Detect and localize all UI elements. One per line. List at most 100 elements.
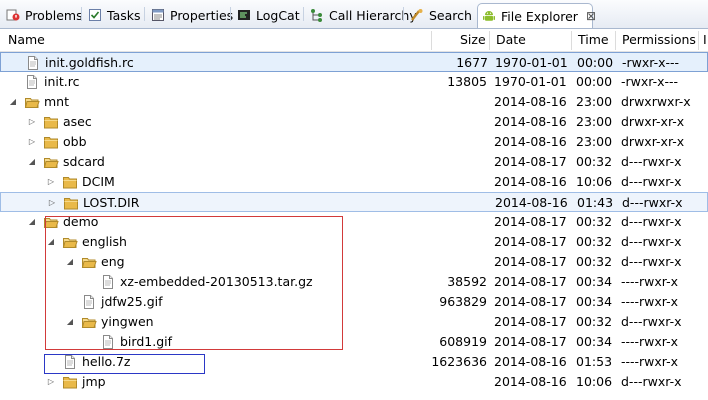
column-divider[interactable] [571, 31, 572, 50]
cell-permissions: -rwxr-x--- [622, 55, 680, 70]
cell-permissions: d---rwxr-x [621, 174, 682, 189]
cell-name: jmp [82, 374, 106, 389]
folder-icon [62, 174, 78, 190]
expanded-arrow-icon[interactable]: ◢ [27, 152, 37, 171]
collapsed-arrow-icon[interactable]: ▷ [46, 372, 56, 391]
cell-size: 13805 [447, 74, 487, 89]
close-icon[interactable]: ⊠ [586, 9, 596, 23]
tab-call-hierarchy[interactable]: Call Hierarchy [306, 3, 417, 27]
column-header-permissions[interactable]: Permissions [618, 29, 698, 51]
table-header: Name Size Date Time Permissions I [0, 29, 708, 52]
cell-permissions: drwxr-xr-x [621, 114, 685, 129]
tree-row-folder[interactable]: ◢ yingwen 2014-08-17 00:32 d---rwxr-x [0, 312, 708, 332]
cell-date: 2014-08-17 [494, 154, 567, 169]
cell-permissions: ----rwxr-x [621, 334, 679, 349]
collapsed-arrow-icon[interactable]: ▷ [27, 112, 37, 131]
tree-row-file[interactable]: init.rc 13805 1970-01-01 00:00 -rwxr-x--- [0, 72, 708, 92]
android-icon [482, 9, 496, 23]
cell-name: hello.7z [82, 354, 131, 369]
cell-size: 38592 [447, 274, 487, 289]
cell-time: 23:00 [576, 134, 613, 149]
cell-date: 1970-01-01 [494, 74, 567, 89]
tree-row-folder[interactable]: ▷ obb 2014-08-16 23:00 drwxr-xr-x [0, 132, 708, 152]
logcat-icon [237, 8, 251, 22]
expanded-arrow-icon[interactable]: ◢ [46, 232, 56, 251]
expanded-arrow-icon[interactable]: ◢ [27, 212, 37, 231]
tab-file-explorer[interactable]: File Explorer ⊠ [477, 3, 596, 28]
cell-time: 00:00 [577, 55, 614, 70]
tab-label: Tasks [107, 7, 141, 23]
tree-row-folder[interactable]: ◢ english 2014-08-17 00:32 d---rwxr-x [0, 232, 708, 252]
cell-date: 2014-08-17 [494, 234, 567, 249]
cell-permissions: drwxrwxr-x [621, 94, 691, 109]
tree-row-file[interactable]: init.goldfish.rc 1677 1970-01-01 00:00 -rwxr… [0, 52, 708, 72]
column-divider[interactable] [489, 31, 490, 50]
expanded-arrow-icon[interactable]: ◢ [65, 252, 75, 271]
cell-date: 2014-08-16 [494, 134, 567, 149]
tab-label: Problems [25, 7, 83, 23]
tree-row-file[interactable]: bird1.gif 608919 2014-08-17 00:34 ----rwxr-x [0, 332, 708, 352]
column-header-name[interactable]: Name [4, 29, 424, 51]
tab-tasks[interactable]: Tasks [84, 3, 143, 27]
cell-time: 23:00 [576, 114, 613, 129]
column-header-size[interactable]: Size [456, 29, 488, 51]
cell-time: 01:43 [577, 195, 614, 210]
cell-time: 00:34 [576, 334, 613, 349]
tab-logcat[interactable]: LogCat [233, 3, 303, 27]
tree-row-folder[interactable]: ◢ mnt 2014-08-16 23:00 drwxrwxr-x [0, 92, 708, 112]
cell-name: demo [63, 214, 99, 229]
column-header-date[interactable]: Date [492, 29, 570, 51]
collapsed-arrow-icon[interactable]: ▷ [46, 172, 56, 191]
tab-separator [81, 7, 82, 21]
cell-name: sdcard [63, 154, 105, 169]
tree-row-folder[interactable]: ▷ asec 2014-08-16 23:00 drwxr-xr-x [0, 112, 708, 132]
cell-date: 2014-08-17 [494, 254, 567, 269]
cell-name: mnt [44, 94, 69, 109]
tree-row-folder[interactable]: ▷ jmp 2014-08-16 10:06 d---rwxr-x [0, 372, 708, 392]
tree-row-folder[interactable]: ◢ eng 2014-08-17 00:32 d---rwxr-x [0, 252, 708, 272]
file-icon [24, 74, 40, 90]
cell-name: asec [63, 114, 92, 129]
tab-search[interactable]: Search [406, 3, 474, 27]
cell-time: 00:34 [576, 274, 613, 289]
expanded-arrow-icon[interactable]: ◢ [8, 92, 18, 111]
tasks-icon [88, 8, 102, 22]
cell-time: 10:06 [576, 174, 613, 189]
tree-row-folder[interactable]: ▷ LOST.DIR 2014-08-16 01:43 d---rwxr-x [0, 192, 708, 212]
folder-open-icon [43, 154, 59, 170]
folder-open-icon [43, 214, 59, 230]
collapsed-arrow-icon[interactable]: ▷ [47, 193, 57, 212]
tab-problems[interactable]: Problems [2, 3, 83, 27]
tree-row-folder[interactable]: ◢ demo 2014-08-17 00:32 d---rwxr-x [0, 212, 708, 232]
cell-name: xz-embedded-20130513.tar.gz [120, 274, 313, 289]
cell-permissions: d---rwxr-x [622, 195, 683, 210]
cell-permissions: ----rwxr-x [621, 354, 679, 369]
cell-permissions: ----rwxr-x [621, 294, 679, 309]
tree-row-file[interactable]: jdfw25.gif 963829 2014-08-17 00:34 ----rwxr-… [0, 292, 708, 312]
cell-date: 1970-01-01 [495, 55, 568, 70]
cell-permissions: d---rwxr-x [621, 254, 682, 269]
cell-size: 963829 [439, 294, 487, 309]
call-hierarchy-icon [310, 8, 324, 22]
column-header-time[interactable]: Time [574, 29, 616, 51]
tree-row-folder[interactable]: ▷ DCIM 2014-08-16 10:06 d---rwxr-x [0, 172, 708, 192]
column-header-info[interactable]: I [699, 29, 708, 51]
file-icon [100, 334, 116, 350]
cell-date: 2014-08-17 [494, 314, 567, 329]
file-icon [100, 274, 116, 290]
column-divider[interactable] [615, 31, 616, 50]
tree-row-file[interactable]: xz-embedded-20130513.tar.gz 38592 2014-08-… [0, 272, 708, 292]
column-divider[interactable] [431, 31, 432, 50]
cell-size: 608919 [439, 334, 487, 349]
cell-size: 1677 [456, 55, 488, 70]
cell-size: 1623636 [431, 354, 487, 369]
tab-separator [144, 7, 145, 21]
tab-properties[interactable]: Properties [147, 3, 233, 27]
expanded-arrow-icon[interactable]: ◢ [65, 312, 75, 331]
collapsed-arrow-icon[interactable]: ▷ [27, 132, 37, 151]
cell-name: english [82, 234, 127, 249]
tree-row-file[interactable]: hello.7z 1623636 2014-08-16 01:53 ----rwxr-x [0, 352, 708, 372]
tree-row-folder[interactable]: ◢ sdcard 2014-08-17 00:32 d---rwxr-x [0, 152, 708, 172]
file-icon [81, 294, 97, 310]
cell-time: 01:53 [576, 354, 613, 369]
